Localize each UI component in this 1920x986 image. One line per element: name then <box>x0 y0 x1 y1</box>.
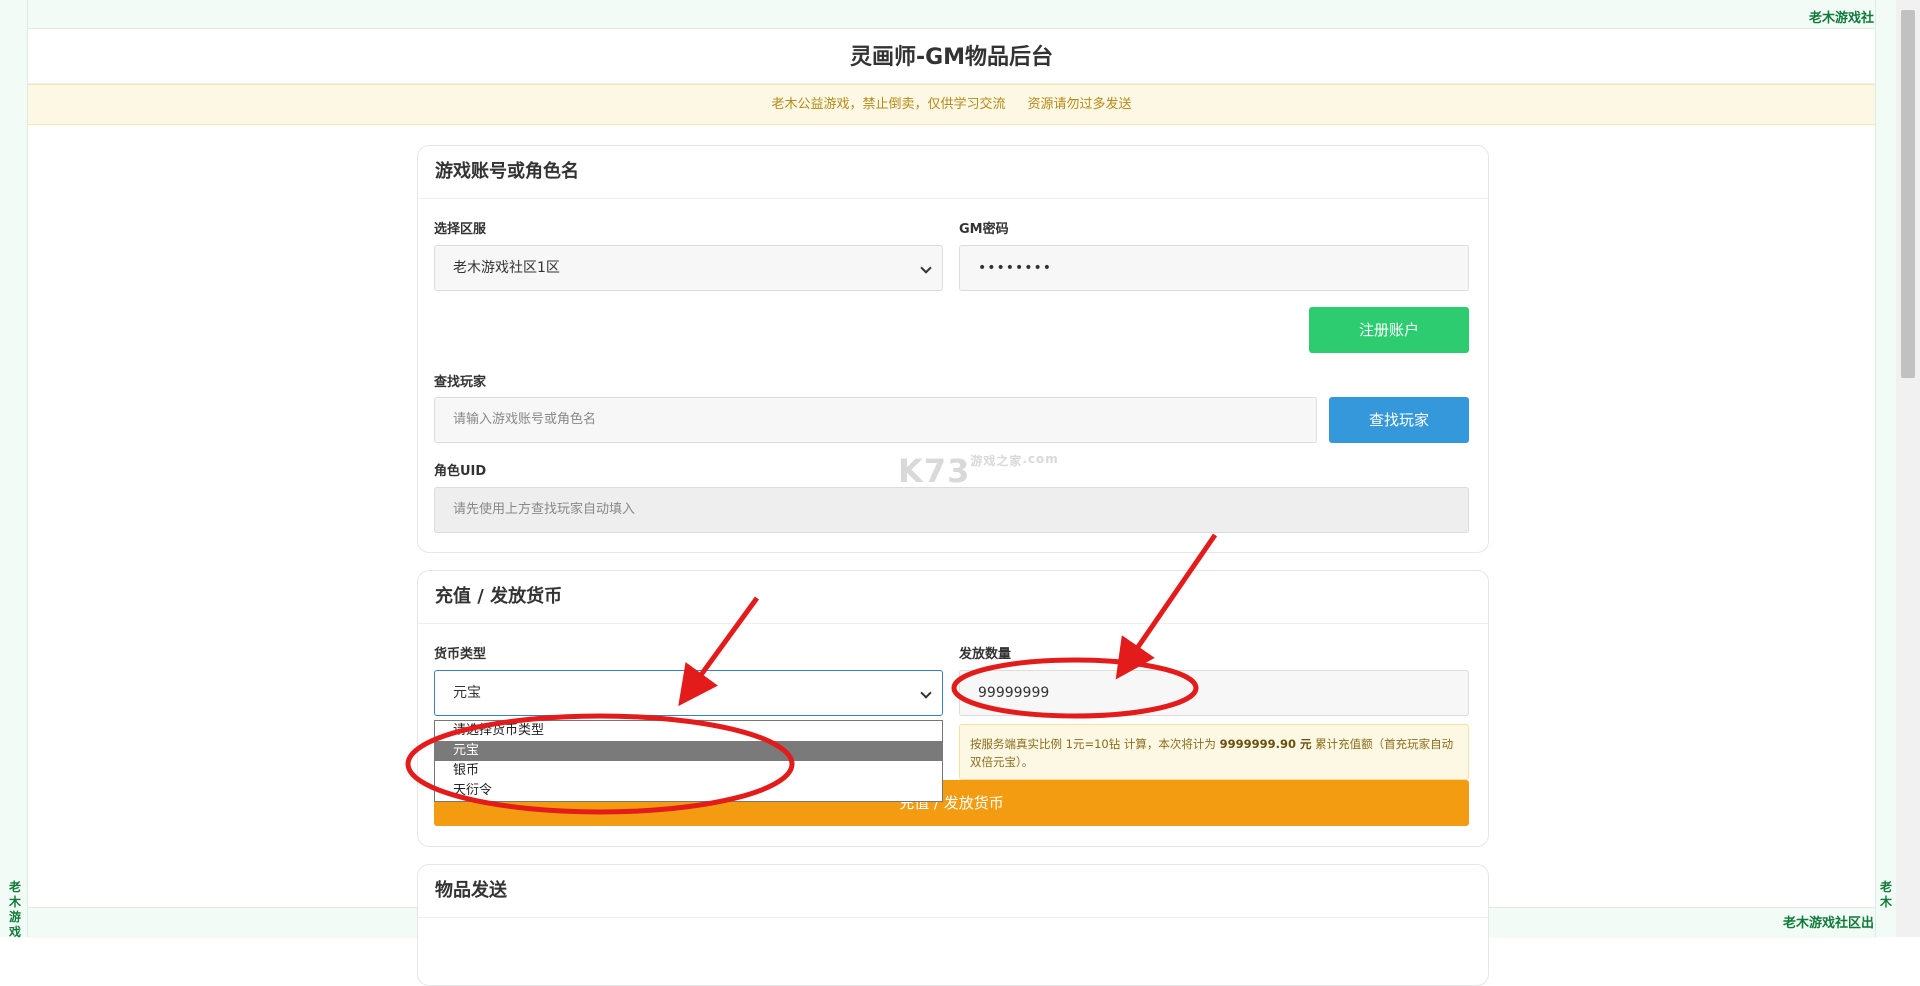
register-button[interactable]: 注册账户 <box>1309 307 1469 353</box>
currency-type-select[interactable]: 元宝 <box>434 670 943 716</box>
items-card-title: 物品发送 <box>418 865 1488 918</box>
scrollbar-thumb[interactable] <box>1901 10 1915 378</box>
notice-text-warning: 资源请勿过多发送 <box>1027 97 1132 112</box>
search-player-button[interactable]: 查找玩家 <box>1329 397 1469 443</box>
page: 老木游戏社 老木游戏社区出 老木游戏 老木 灵画师-GM物品后台 老木公益游戏，… <box>0 0 1920 986</box>
notice-banner: 老木公益游戏，禁止倒卖，仅供学习交流 资源请勿过多发送 <box>28 84 1875 125</box>
dropdown-option[interactable]: 银币 <box>435 761 942 781</box>
dropdown-option-selected[interactable]: 元宝 <box>435 741 942 761</box>
amount-input[interactable]: 99999999 <box>959 670 1469 716</box>
top-frame-bar <box>27 0 1876 29</box>
watermark-sub: 游戏之家 <box>970 454 1023 468</box>
watermark-domain: .com <box>1022 452 1059 466</box>
gm-password-label: GM密码 <box>959 222 1009 237</box>
brand-corner-top: 老木游戏社 <box>1808 11 1874 26</box>
currency-type-dropdown[interactable]: 请选择货币类型 元宝 银币 天衍令 <box>434 720 943 802</box>
page-title: 灵画师-GM物品后台 <box>849 45 1054 70</box>
recharge-hint: 按服务端真实比例 1元=10钻 计算，本次将计为 9999999.90 元 累计… <box>959 724 1469 780</box>
left-frame-bar <box>0 0 28 937</box>
currency-type-value: 元宝 <box>453 685 481 701</box>
currency-card-title: 充值 / 发放货币 <box>418 571 1488 624</box>
uid-input: 请先使用上方查找玩家自动填入 <box>434 487 1469 533</box>
uid-label: 角色UID <box>434 464 487 479</box>
gm-password-value: •••••••• <box>978 260 1053 276</box>
server-select-value: 老木游戏社区1区 <box>453 260 560 276</box>
watermark-main: K73 <box>898 452 971 490</box>
brand-corner-bottom: 老木游戏社区出 <box>1782 916 1874 931</box>
right-frame-bar <box>1875 0 1896 937</box>
items-card: 物品发送 <box>417 864 1489 986</box>
search-label: 查找玩家 <box>434 375 487 390</box>
dropdown-option[interactable]: 请选择货币类型 <box>435 721 942 741</box>
gm-password-input[interactable]: •••••••• <box>959 245 1469 291</box>
search-placeholder: 请输入游戏账号或角色名 <box>453 412 597 427</box>
hint-amount: 9999999.90 元 <box>1219 737 1312 751</box>
page-header: 灵画师-GM物品后台 <box>28 29 1875 84</box>
amount-value: 99999999 <box>978 685 1050 701</box>
notice-text: 老木公益游戏，禁止倒卖，仅供学习交流 <box>771 97 1006 112</box>
account-card-title: 游戏账号或角色名 <box>418 146 1488 199</box>
search-input[interactable]: 请输入游戏账号或角色名 <box>434 397 1317 443</box>
currency-type-label: 货币类型 <box>434 647 487 662</box>
dropdown-option[interactable]: 天衍令 <box>435 781 942 801</box>
server-select[interactable]: 老木游戏社区1区 <box>434 245 943 291</box>
brand-vertical-left: 老木游戏 <box>9 880 22 939</box>
server-label: 选择区服 <box>434 222 487 237</box>
hint-prefix: 按服务端真实比例 1元=10钻 计算，本次将计为 <box>970 737 1216 751</box>
brand-vertical-right: 老木 <box>1880 880 1893 909</box>
page-scrollbar[interactable] <box>1896 0 1920 937</box>
uid-placeholder: 请先使用上方查找玩家自动填入 <box>453 502 636 517</box>
amount-label: 发放数量 <box>959 647 1012 662</box>
watermark-logo: K73游戏之家.com <box>898 452 1059 490</box>
